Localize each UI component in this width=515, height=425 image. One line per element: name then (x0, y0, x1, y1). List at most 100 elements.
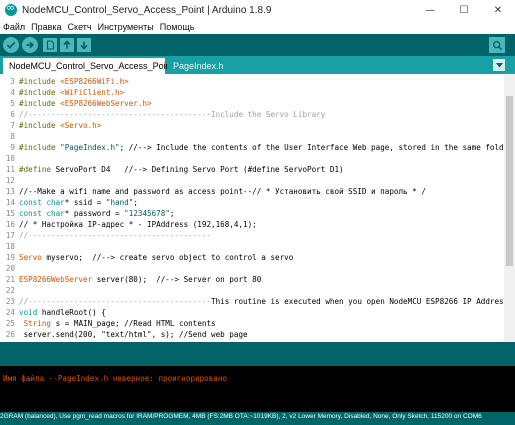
code-line[interactable]: 5 #include <ESP8266WebServer.h> (0, 98, 503, 109)
arrow-down-icon (80, 41, 88, 50)
code-line[interactable]: 25 String s = MAIN_page; //Read HTML con… (0, 318, 503, 329)
code-token: #include (19, 77, 61, 86)
code-line[interactable]: 10 (0, 153, 503, 164)
code-line[interactable]: 6 //-------------------------------------… (0, 109, 503, 120)
code-token: handleRoot() { (37, 308, 106, 317)
code-text: //--Make a wifi name and password as acc… (19, 186, 426, 197)
code-line[interactable]: 18 (0, 241, 503, 252)
line-number: 9 (10, 143, 15, 152)
code-token: //--------------------------------------… (19, 297, 212, 306)
close-button[interactable]: ✕ (481, 0, 515, 20)
vertical-scrollbar[interactable] (504, 74, 515, 342)
code-text: const char* password = "12345678"; (19, 208, 174, 219)
serial-monitor-button[interactable] (489, 37, 505, 53)
new-file-icon (46, 40, 54, 50)
code-token: String (19, 319, 52, 328)
code-token: #include (19, 121, 61, 130)
line-number: 24 (5, 308, 15, 317)
line-number: 26 (5, 330, 15, 339)
line-number: 15 (5, 209, 15, 218)
line-number: 11 (5, 165, 15, 174)
code-text: #include <ESP8266WiFi.h> (19, 76, 129, 87)
code-text: #include "PageIndex.h"; //--> Include th… (19, 142, 503, 153)
minimize-button[interactable]: — (413, 0, 447, 20)
line-number: 19 (5, 253, 15, 262)
code-token: server.send(200, "text/html", s); //Send… (19, 330, 248, 339)
menu-file[interactable]: Файл (0, 22, 28, 32)
code-line[interactable]: 13 //--Make a wifi name and password as a… (0, 186, 503, 197)
arrow-right-icon (26, 41, 35, 49)
board-status-text: 2GRAM (balanced), Use pgm_read macros fo… (0, 413, 482, 420)
line-number: 8 (10, 132, 15, 141)
tab-main-sketch[interactable]: NodeMCU_Control_Servo_Access_Point§ (3, 58, 178, 74)
code-text: //--------------------------------------… (19, 296, 503, 307)
console-divider[interactable] (0, 342, 515, 366)
window-title: NodeMCU_Control_Servo_Access_Point | Ard… (22, 4, 272, 16)
code-token: ; //--> Include the contents of the User… (119, 143, 503, 152)
line-number: 25 (5, 319, 15, 328)
code-line[interactable]: 22 (0, 285, 503, 296)
code-token: "hand" (105, 198, 134, 207)
code-text: #include <ESP8266WebServer.h> (19, 98, 152, 109)
code-line[interactable]: 14 const char* ssid = "hand"; (0, 197, 503, 208)
code-line[interactable]: 26 server.send(200, "text/html", s); //S… (0, 329, 503, 340)
code-token: // * Настройка IP-адрес * - IPAddress (1… (19, 220, 257, 229)
code-line[interactable]: 21 ESP8266WebServer server(80); //--> Ser… (0, 274, 503, 285)
code-token: const (19, 209, 47, 218)
code-token: ; (133, 198, 138, 207)
line-number: 22 (5, 286, 15, 295)
line-number: 20 (5, 264, 15, 273)
code-line[interactable]: 8 (0, 131, 503, 142)
code-token: ESP8266WebServer (19, 275, 93, 284)
save-button[interactable] (77, 38, 91, 52)
line-number: 16 (5, 220, 15, 229)
code-token: #include (19, 143, 61, 152)
code-line[interactable]: 3 #include <ESP8266WiFi.h> (0, 76, 503, 87)
code-line[interactable]: 19 Servo myservo; //--> create servo obje… (0, 252, 503, 263)
menu-sketch[interactable]: Скетч (65, 22, 95, 32)
code-text: //--------------------------------------… (19, 230, 211, 241)
line-number: 13 (5, 187, 15, 196)
code-text: void handleRoot() { (19, 307, 106, 318)
code-editor[interactable]: 3 #include <ESP8266WiFi.h> 4 #include <WiFi… (0, 74, 515, 342)
code-line[interactable]: 20 (0, 263, 503, 274)
magnifier-icon (492, 40, 502, 50)
line-number: 3 (10, 77, 15, 86)
line-number: 4 (10, 88, 15, 97)
code-token: "PageIndex.h" (60, 143, 120, 152)
code-token: * password = (64, 209, 125, 218)
code-token: server(80); //--> Server on port 80 (92, 275, 262, 284)
code-line[interactable]: 24 void handleRoot() { (0, 307, 503, 318)
code-token: This routine is executed when you open N… (211, 297, 503, 306)
tab-pageindex[interactable]: PageIndex.h (167, 58, 227, 74)
window-controls: — ☐ ✕ (413, 0, 515, 20)
maximize-button[interactable]: ☐ (447, 0, 481, 20)
upload-button[interactable] (22, 37, 38, 53)
code-token: <Servo.h> (60, 121, 102, 130)
new-button[interactable] (43, 38, 57, 52)
code-line[interactable]: 11 #define ServoPort D4 //--> Defining Se… (0, 164, 503, 175)
line-number: 14 (5, 198, 15, 207)
code-line[interactable]: 23 //------------------------------------… (0, 296, 503, 307)
code-text: // * Настройка IP-адрес * - IPAddress (1… (19, 219, 257, 230)
code-line[interactable]: 16 // * Настройка IP-адрес * - IPAddress … (0, 219, 503, 230)
tab-menu-button[interactable] (493, 59, 505, 71)
code-line[interactable]: 9 #include "PageIndex.h"; //--> Include t… (0, 142, 503, 153)
code-line[interactable]: 17 //------------------------------------… (0, 230, 503, 241)
menu-help[interactable]: Помощь (157, 22, 198, 32)
line-number: 18 (5, 242, 15, 251)
code-text: const char* ssid = "hand"; (19, 197, 138, 208)
scrollbar-thumb[interactable] (506, 96, 513, 266)
code-line[interactable]: 4 #include <WiFiClient.h> (0, 87, 503, 98)
open-button[interactable] (60, 38, 74, 52)
code-line[interactable]: 7 #include <Servo.h> (0, 120, 503, 131)
line-number: 6 (10, 110, 15, 119)
code-line[interactable]: 12 (0, 175, 503, 186)
code-token: char (46, 209, 65, 218)
menu-edit[interactable]: Правка (28, 22, 64, 32)
verify-button[interactable] (3, 37, 19, 53)
menu-tools[interactable]: Инструменты (95, 22, 157, 32)
code-line[interactable]: 15 const char* password = "12345678"; (0, 208, 503, 219)
code-token: <ESP8266WiFi.h> (60, 77, 129, 86)
check-icon (6, 41, 16, 49)
